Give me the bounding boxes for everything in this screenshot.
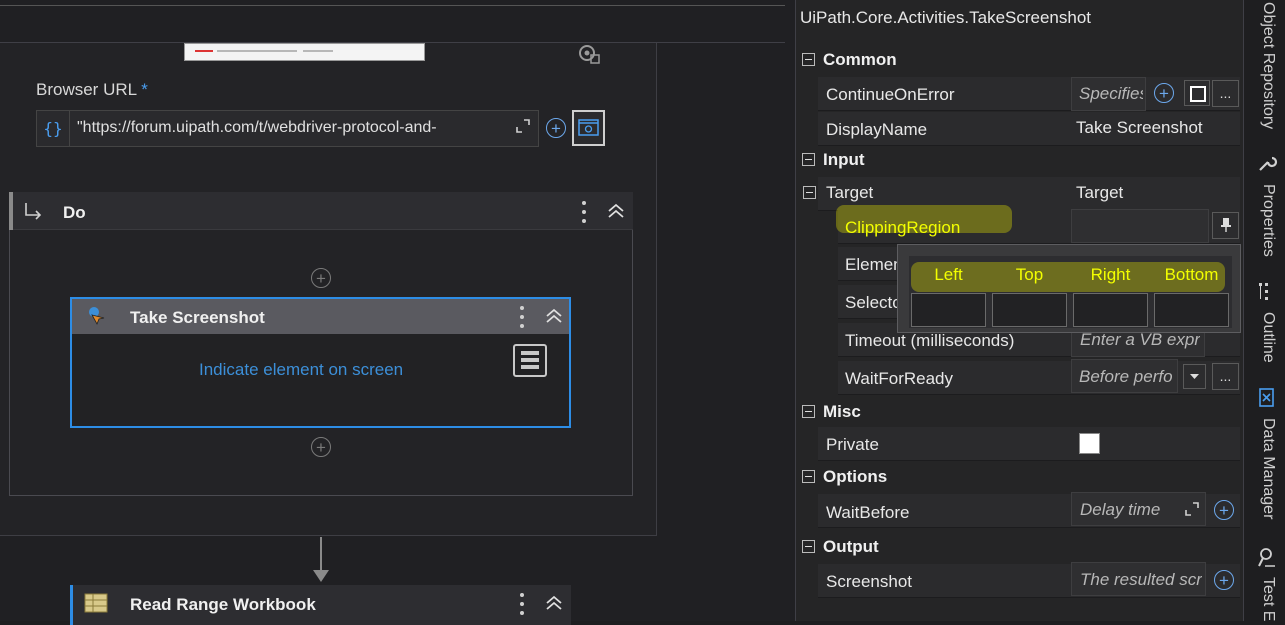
continue-on-error-field[interactable]: Specifies xyxy=(1071,77,1146,111)
right-label: Right xyxy=(1090,265,1131,284)
tab-object-repository[interactable]: Object Repository xyxy=(1259,2,1277,129)
do-title: Do xyxy=(63,203,86,222)
section-misc: Misc xyxy=(823,402,861,421)
collapse-icon[interactable] xyxy=(545,307,563,330)
test-explorer-icon[interactable] xyxy=(1256,546,1278,567)
prop-name: ClippingRegion xyxy=(845,218,961,237)
collapse-common-toggle[interactable] xyxy=(802,53,815,66)
plus-circle-icon[interactable]: + xyxy=(1214,570,1234,590)
checkbox-continue-on-error[interactable] xyxy=(1184,80,1210,106)
expand-icon[interactable] xyxy=(516,119,530,138)
section-input: Input xyxy=(823,150,865,169)
right-input[interactable] xyxy=(1073,293,1148,327)
section-common: Common xyxy=(823,50,897,69)
target-settings-icon[interactable] xyxy=(577,43,601,65)
sequence-arrow-icon xyxy=(24,202,44,220)
prop-name: Target xyxy=(826,183,874,202)
browser-thumbnail[interactable] xyxy=(184,43,425,61)
prop-name: Screenshot xyxy=(826,572,912,591)
add-activity-plus-icon[interactable]: + xyxy=(311,437,331,457)
top-input[interactable] xyxy=(992,293,1067,327)
designer-toolbar-area xyxy=(0,0,785,43)
properties-title: UiPath.Core.Activities.TakeScreenshot xyxy=(800,8,1092,27)
flow-connector xyxy=(320,537,322,571)
prop-name: ContinueOnError xyxy=(826,85,955,104)
private-checkbox[interactable] xyxy=(1079,433,1100,454)
tab-outline[interactable]: Outline xyxy=(1259,312,1277,363)
tab-data-manager[interactable]: Data Manager xyxy=(1259,418,1277,519)
collapse-options-toggle[interactable] xyxy=(802,470,815,483)
top-label: Top xyxy=(1015,265,1044,284)
wait-for-ready-select[interactable]: Before perfo xyxy=(1071,359,1178,393)
browser-icon[interactable] xyxy=(572,110,605,146)
more-vert-icon[interactable] xyxy=(517,592,527,621)
target-value: Target xyxy=(1076,183,1124,202)
display-name-field[interactable]: Take Screenshot xyxy=(1076,118,1203,138)
collapse-icon[interactable] xyxy=(607,202,625,225)
data-manager-icon[interactable] xyxy=(1256,387,1278,407)
add-activity-plus-icon[interactable]: + xyxy=(311,268,331,288)
collapse-icon[interactable] xyxy=(545,594,563,617)
indicate-element-link[interactable]: Indicate element on screen xyxy=(199,360,403,380)
ellipsis-button[interactable]: ... xyxy=(1212,80,1239,107)
wait-before-field[interactable]: Delay time xyxy=(1071,492,1206,526)
plus-circle-icon[interactable]: + xyxy=(1154,83,1174,103)
more-vert-icon[interactable] xyxy=(517,305,527,334)
browser-url-label: Browser URL * xyxy=(36,80,148,99)
collapse-misc-toggle[interactable] xyxy=(802,405,815,418)
take-screenshot-title: Take Screenshot xyxy=(130,308,265,327)
left-label: Left xyxy=(934,265,963,284)
do-header[interactable] xyxy=(9,192,633,230)
prop-name: Timeout (milliseconds) xyxy=(845,331,1015,350)
wrench-icon[interactable] xyxy=(1256,152,1278,172)
more-vert-icon[interactable] xyxy=(579,200,589,229)
do-accent-bar xyxy=(9,192,13,230)
ellipsis-button[interactable]: ... xyxy=(1212,363,1239,390)
left-input[interactable] xyxy=(911,293,986,327)
bottom-label: Bottom xyxy=(1164,265,1219,284)
prop-name: Private xyxy=(826,435,879,454)
chevron-down-icon[interactable] xyxy=(1183,364,1206,389)
tab-properties[interactable]: Properties xyxy=(1259,184,1277,257)
options-menu-icon[interactable] xyxy=(513,344,547,377)
browser-url-field[interactable]: {} "https://forum.uipath.com/t/webdriver… xyxy=(36,110,539,147)
screenshot-output-field[interactable]: The resulted scr xyxy=(1071,562,1206,596)
outline-icon[interactable] xyxy=(1256,281,1278,301)
row-private[interactable] xyxy=(818,427,1240,461)
flow-arrow-head xyxy=(313,570,329,582)
clipping-region-field[interactable] xyxy=(1071,209,1209,243)
expand-icon[interactable] xyxy=(1185,502,1199,521)
prop-name: DisplayName xyxy=(826,120,928,139)
pin-icon[interactable] xyxy=(1212,212,1239,239)
prop-name: WaitForReady xyxy=(845,369,954,388)
prop-name: WaitBefore xyxy=(826,503,910,522)
section-output: Output xyxy=(823,537,879,556)
plus-circle-icon[interactable]: + xyxy=(546,118,566,138)
collapse-output-toggle[interactable] xyxy=(802,540,815,553)
screenshot-activity-icon xyxy=(86,305,108,327)
collapse-input-toggle[interactable] xyxy=(802,153,815,166)
collapse-target-toggle[interactable] xyxy=(803,186,816,199)
plus-circle-icon[interactable]: + xyxy=(1214,500,1234,520)
section-options: Options xyxy=(823,467,888,486)
read-range-title: Read Range Workbook xyxy=(130,595,316,614)
bottom-input[interactable] xyxy=(1154,293,1229,327)
excel-range-icon xyxy=(84,593,108,613)
expression-braces-icon[interactable]: {} xyxy=(37,111,70,146)
tab-test-explorer[interactable]: Test E xyxy=(1259,577,1277,621)
